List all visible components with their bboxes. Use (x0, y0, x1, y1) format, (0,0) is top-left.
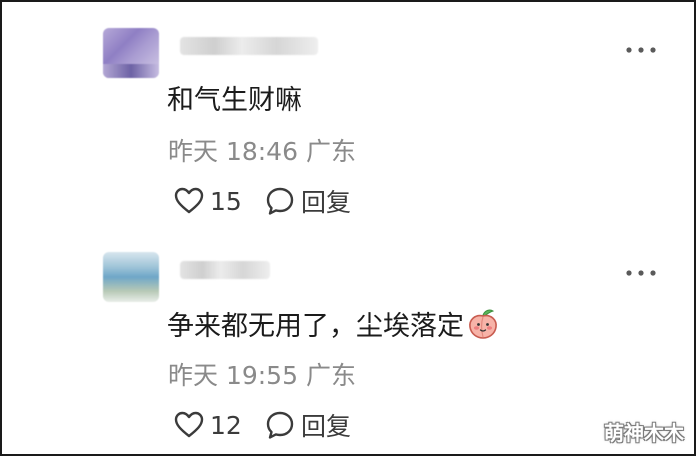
reply-button[interactable]: 回复 (265, 184, 351, 218)
comment-time: 昨天 18:46 (168, 137, 298, 166)
comment-meta: 昨天 19:55 广东 (168, 361, 356, 391)
like-button[interactable]: 15 (174, 184, 242, 218)
username-blurred[interactable] (180, 37, 318, 55)
comment-meta: 昨天 18:46 广东 (168, 137, 356, 167)
comment-text: 争来都无用了，尘埃落定 (167, 307, 500, 344)
avatar[interactable] (103, 252, 159, 302)
more-icon[interactable] (624, 265, 658, 281)
avatar[interactable] (103, 28, 159, 78)
screenshot-frame: 和气生财嘛 昨天 18:46 广东 15 回复 争来都无用了，尘埃落定 昨天 1… (0, 0, 696, 456)
speech-bubble-icon (266, 187, 294, 215)
username-blurred[interactable] (180, 261, 270, 279)
more-icon[interactable] (624, 42, 658, 58)
reply-label: 回复 (301, 188, 352, 217)
heart-icon (174, 187, 204, 214)
reply-button[interactable]: 回复 (265, 408, 351, 442)
speech-bubble-icon (266, 411, 294, 439)
comment-text: 和气生财嘛 (167, 85, 302, 116)
comment-text-content: 争来都无用了，尘埃落定 (167, 311, 464, 342)
like-button[interactable]: 12 (174, 408, 242, 442)
comment-time: 昨天 19:55 (168, 361, 298, 390)
reply-label: 回复 (301, 412, 352, 441)
comment-location: 广东 (305, 137, 356, 166)
like-count: 12 (210, 410, 242, 440)
comment-location: 广东 (305, 361, 356, 390)
like-count: 15 (210, 186, 242, 216)
watermark: 萌神木木 (604, 421, 684, 445)
peach-emoji-icon (469, 309, 497, 339)
heart-icon (174, 411, 204, 438)
